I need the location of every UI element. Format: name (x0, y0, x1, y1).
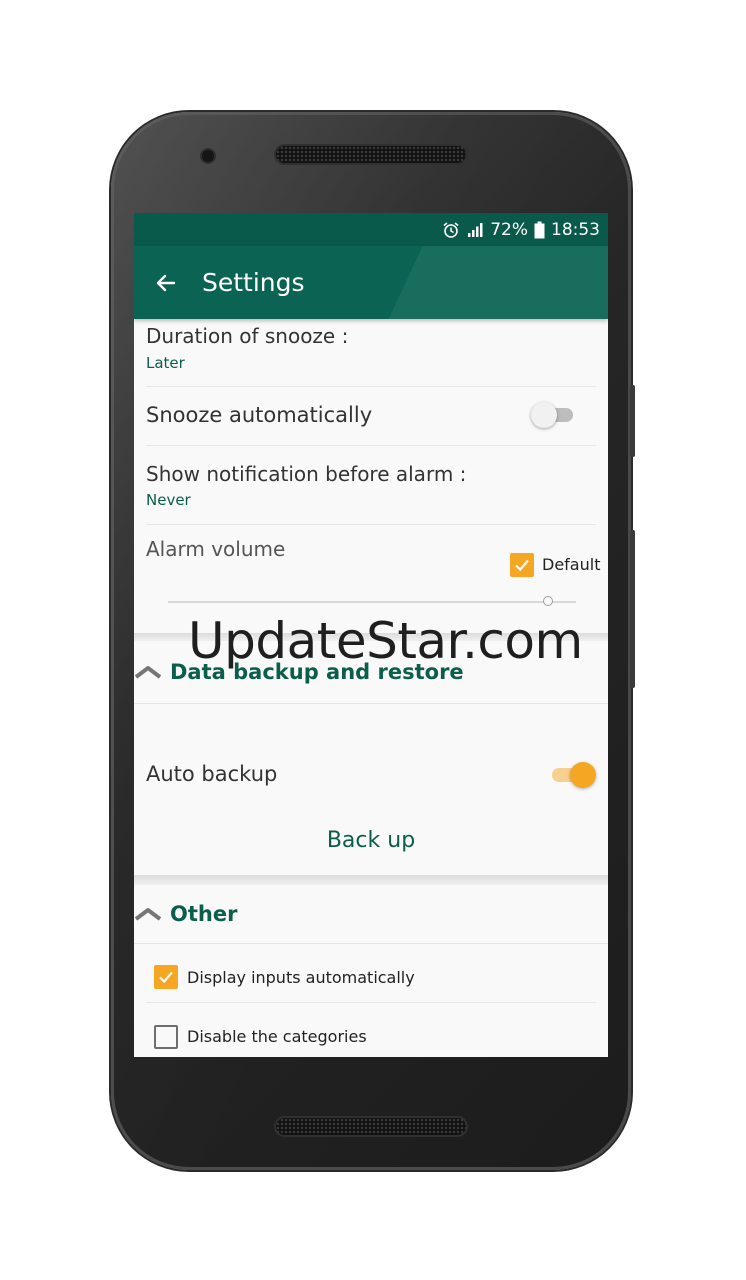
setting-title: Show notification before alarm : (146, 462, 467, 486)
back-button[interactable] (136, 253, 196, 313)
section-header-other[interactable]: Other (134, 885, 608, 943)
power-button (630, 385, 635, 457)
battery-icon (534, 221, 545, 239)
app-bar: Settings (134, 246, 608, 319)
setting-title: Auto backup (146, 762, 278, 786)
watermark: UpdateStar.com (188, 612, 583, 670)
setting-display-inputs[interactable]: Display inputs automatically (134, 944, 608, 1002)
setting-disable-categories[interactable]: Disable the categories (134, 1003, 608, 1057)
setting-snooze-duration[interactable]: Duration of snooze : Later (134, 319, 608, 386)
setting-title: Duration of snooze : (146, 324, 349, 348)
setting-auto-backup[interactable]: Auto backup (134, 704, 608, 809)
signal-icon (466, 221, 484, 239)
display-inputs-label: Display inputs automatically (187, 968, 415, 987)
setting-summary: Later (146, 354, 185, 372)
clock: 18:53 (551, 219, 600, 240)
snooze-auto-switch[interactable] (531, 401, 577, 428)
volume-button (630, 530, 635, 688)
check-icon (515, 559, 529, 572)
status-bar: 72% 18:53 (134, 213, 608, 246)
back-up-label: Back up (326, 827, 416, 853)
volume-slider-thumb[interactable] (543, 596, 553, 606)
battery-percent: 72% (490, 219, 528, 240)
switch-thumb (531, 402, 557, 428)
section-separator (134, 875, 608, 885)
auto-backup-switch[interactable] (548, 761, 596, 788)
display-inputs-checkbox[interactable] (154, 965, 178, 989)
switch-thumb (570, 762, 596, 788)
alarm-icon (442, 221, 460, 239)
disable-categories-checkbox[interactable] (154, 1025, 178, 1049)
collapse-chevron-icon (134, 666, 162, 679)
setting-notify-before[interactable]: Show notification before alarm : Never (134, 446, 608, 524)
setting-summary: Never (146, 491, 191, 509)
section-title: Other (170, 902, 238, 926)
top-speaker (276, 146, 466, 163)
back-arrow-icon (156, 274, 176, 291)
page-title: Settings (202, 268, 305, 297)
bottom-speaker (276, 1118, 466, 1135)
collapse-chevron-icon (134, 908, 162, 921)
volume-slider-track[interactable] (168, 601, 576, 603)
setting-title: Snooze automatically (146, 403, 373, 427)
check-icon (159, 971, 173, 984)
back-up-button[interactable]: Back up (134, 815, 608, 865)
default-volume-label: Default (542, 555, 601, 574)
setting-snooze-auto[interactable]: Snooze automatically (134, 387, 608, 445)
setting-title: Alarm volume (146, 537, 286, 561)
front-camera (202, 150, 214, 162)
default-volume-checkbox[interactable] (510, 553, 534, 577)
disable-categories-label: Disable the categories (187, 1027, 367, 1046)
